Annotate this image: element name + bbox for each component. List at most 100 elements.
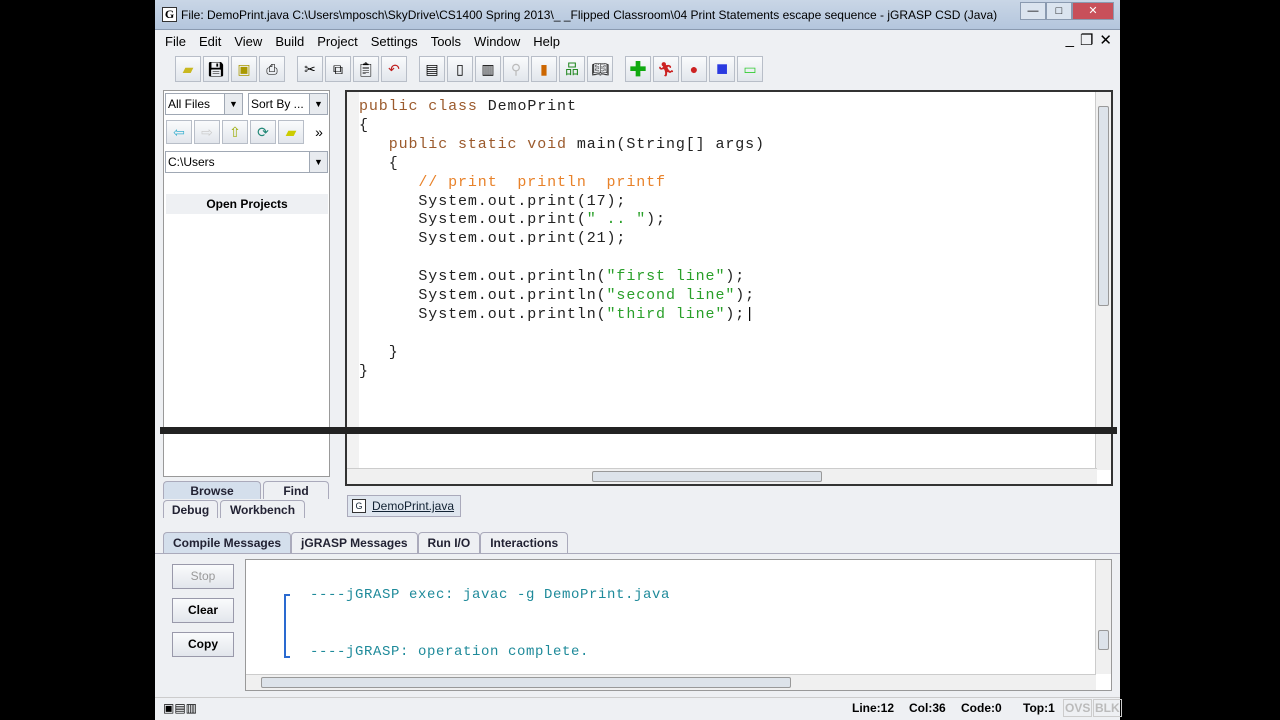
divider (160, 427, 1117, 434)
menu-window[interactable]: Window (474, 31, 520, 53)
filter-value: All Files (168, 97, 211, 111)
print-icon[interactable]: ⎙ (259, 56, 285, 82)
open-icon[interactable]: ▰ (175, 56, 201, 82)
minimize-button[interactable]: — (1020, 2, 1046, 20)
stop-button[interactable]: Stop (172, 564, 234, 589)
menu-help[interactable]: Help (533, 31, 560, 53)
code-line: public static void main(String[] args) (389, 136, 765, 153)
menu-tools[interactable]: Tools (431, 31, 461, 53)
pin-icon[interactable]: ⚲ (503, 56, 529, 82)
code-line: System.out.println("second line"); (418, 287, 755, 304)
app-icon: G (162, 7, 177, 22)
menu-edit[interactable]: Edit (199, 31, 221, 53)
code-token: System.out.println( (418, 268, 607, 286)
book-icon[interactable]: 📖︎ (587, 56, 613, 82)
window-title: File: DemoPrint.java C:\Users\mposch\Sky… (181, 8, 998, 22)
code-token: { (388, 154, 399, 172)
code-line: public class DemoPrint (359, 98, 577, 115)
compile-output[interactable]: ----jGRASP exec: javac -g DemoPrint.java… (245, 559, 1112, 691)
copy-icon[interactable]: ⧉ (325, 56, 351, 82)
refresh-icon[interactable]: ⟳ (250, 120, 276, 144)
code-token: main(String[] args) (576, 135, 765, 153)
generate-csd-icon[interactable]: ▤ (419, 56, 445, 82)
menu-project[interactable]: Project (317, 31, 357, 53)
debug-icon[interactable]: ● (681, 56, 707, 82)
cut-icon[interactable]: ✂ (297, 56, 323, 82)
code-line: System.out.print(21); (418, 230, 626, 247)
browse-panel: All Files ▼ Sort By ... ▼ ⇦ ⇨ ⇧ ⟳ ▰ » C:\U… (163, 90, 330, 477)
remove-csd-icon[interactable]: ▯ (447, 56, 473, 82)
forward-icon[interactable]: ⇨ (194, 120, 220, 144)
path-select[interactable]: C:\Users ▼ (165, 151, 328, 173)
code-token: System.out.print(17); (418, 192, 627, 210)
copy-button[interactable]: Copy (172, 632, 234, 657)
file-filter-select[interactable]: All Files ▼ (165, 93, 243, 115)
status-code: Code:0 (961, 701, 1002, 715)
maximize-button[interactable]: □ (1046, 2, 1072, 20)
chart-icon[interactable]: ▮ (531, 56, 557, 82)
code-token: " .. " (586, 211, 647, 229)
browse-icon[interactable]: ▣ (231, 56, 257, 82)
more-icon[interactable]: » (306, 120, 332, 144)
path-value: C:\Users (168, 155, 215, 169)
status-line: Line:12 (852, 701, 895, 715)
interactions-icon[interactable]: ▭ (737, 56, 763, 82)
message-bracket (284, 594, 290, 658)
menu-file[interactable]: File (165, 31, 186, 53)
save-icon[interactable]: 💾︎ (203, 56, 229, 82)
layout-icons[interactable]: ▣▤▥ (163, 701, 197, 715)
code-line: System.out.print(17); (418, 193, 626, 210)
new-folder-icon[interactable]: ▰ (278, 120, 304, 144)
menu-build[interactable]: Build (275, 31, 304, 53)
code-token: "first line" (606, 268, 726, 286)
chevron-down-icon: ▼ (309, 152, 327, 172)
code-token: } (359, 362, 369, 380)
code-line: { (359, 117, 369, 134)
tab-browse[interactable]: Browse (163, 481, 261, 499)
code-line: } (359, 363, 369, 380)
horizontal-scrollbar[interactable] (347, 468, 1097, 484)
sort-select[interactable]: Sort By ... ▼ (248, 93, 328, 115)
compile-icon[interactable]: ✚ (625, 56, 651, 82)
code-line: System.out.println("third line");| (418, 306, 755, 323)
output-horizontal-scrollbar[interactable] (246, 674, 1096, 690)
code-token: DemoPrint (487, 98, 577, 115)
code-line: System.out.println("first line"); (418, 268, 745, 285)
paste-icon[interactable]: 📋︎ (353, 56, 379, 82)
code-token: System.out.println( (418, 305, 607, 323)
menu-view[interactable]: View (234, 31, 262, 53)
tab-interactions[interactable]: Interactions (480, 532, 569, 553)
status-col: Col:36 (909, 701, 946, 715)
title-bar: G File: DemoPrint.java C:\Users\mposch\S… (155, 0, 1120, 30)
csd-window-icon[interactable]: ▥ (475, 56, 501, 82)
code-token: // print println printf (418, 173, 666, 191)
menu-settings[interactable]: Settings (371, 31, 418, 53)
mdi-close-button[interactable]: ✕ (1099, 31, 1112, 49)
tab-workbench[interactable]: Workbench (220, 500, 305, 518)
mdi-minimize-button[interactable]: _ (1066, 31, 1074, 49)
tab-compile-messages[interactable]: Compile Messages (163, 532, 292, 553)
viewer-icon[interactable]: ■ (709, 56, 735, 82)
messages-panel: Stop Clear Copy ----jGRASP exec: javac -… (155, 553, 1120, 693)
tab-debug[interactable]: Debug (163, 500, 218, 518)
message-line: ----jGRASP exec: javac -g DemoPrint.java (310, 587, 671, 603)
tab-run-i-o[interactable]: Run I/O (417, 532, 481, 553)
tab-jgrasp-messages[interactable]: jGRASP Messages (291, 532, 418, 553)
up-folder-icon[interactable]: ⇧ (222, 120, 248, 144)
code-line: } (389, 344, 399, 361)
output-vertical-scrollbar[interactable] (1095, 560, 1111, 674)
mdi-restore-button[interactable]: ❐ (1080, 31, 1093, 49)
uml-icon[interactable]: 品 (559, 56, 585, 82)
code-token: ); (725, 305, 746, 323)
tab-find[interactable]: Find (263, 481, 329, 499)
clear-button[interactable]: Clear (172, 598, 234, 623)
undo-icon[interactable]: ↶ (381, 56, 407, 82)
menu-bar: File Edit View Build Project Settings Tools Win… (155, 31, 1120, 53)
back-icon[interactable]: ⇦ (166, 120, 192, 144)
file-tab-demoprint[interactable]: G DemoPrint.java (347, 495, 462, 517)
close-button[interactable]: ✕ (1072, 2, 1114, 20)
run-icon[interactable]: 🏃︎ (653, 56, 679, 82)
vertical-scrollbar[interactable] (1095, 92, 1111, 470)
code-token: ); (646, 211, 666, 229)
code-token: ); (735, 287, 756, 304)
